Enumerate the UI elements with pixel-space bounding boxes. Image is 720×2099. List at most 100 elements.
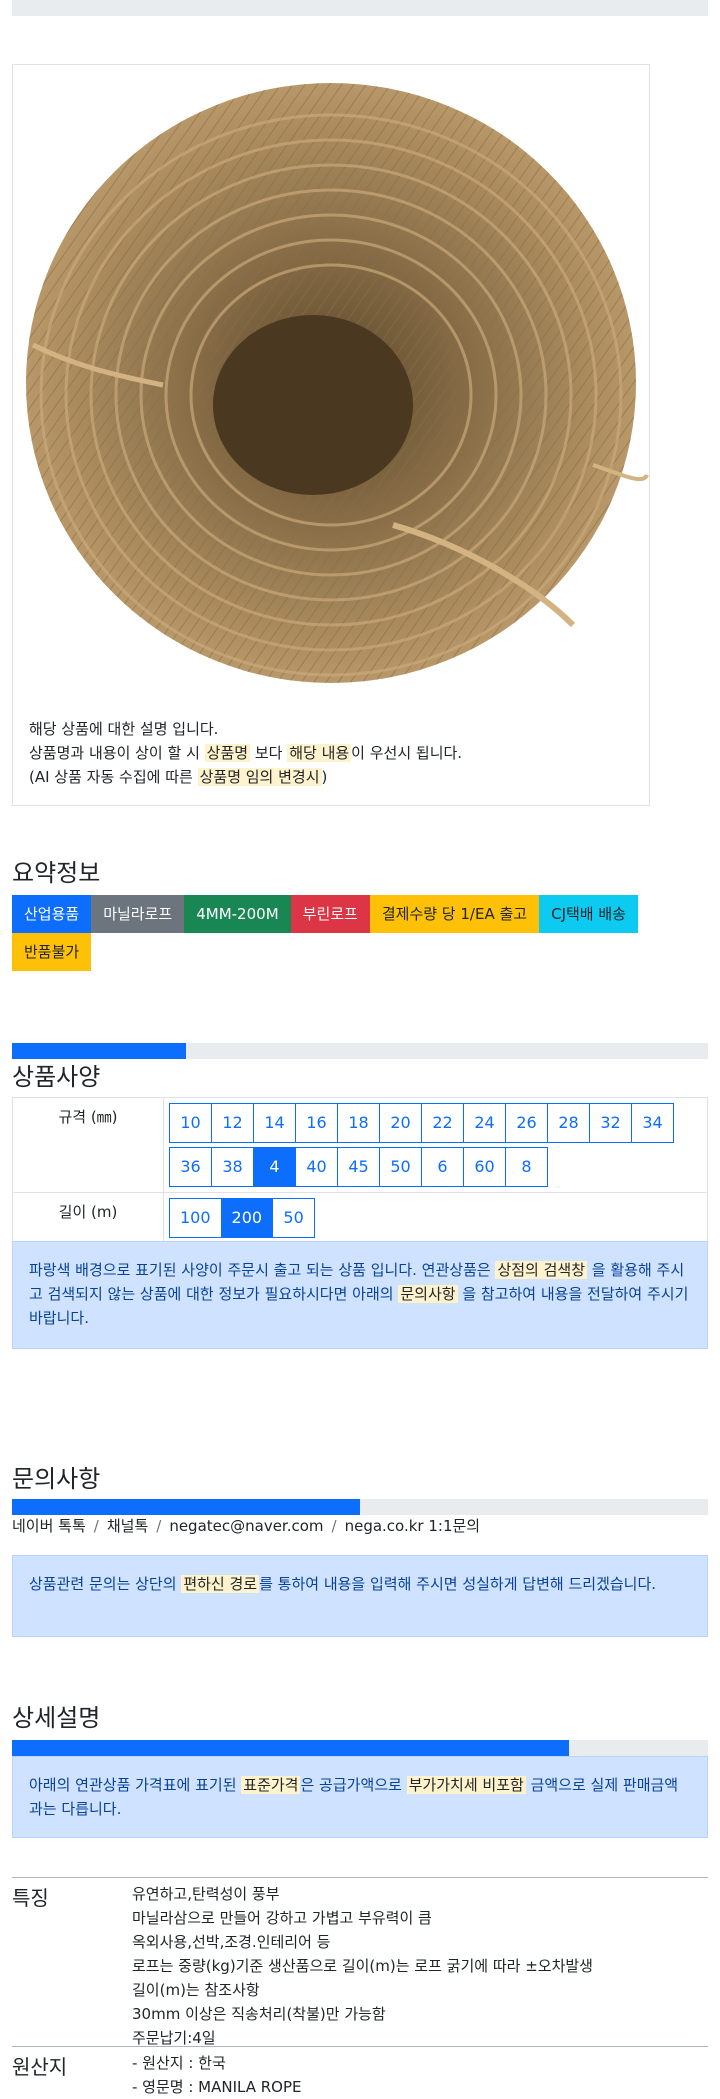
length-option-button[interactable]: 50 — [272, 1198, 316, 1238]
inquiry-notice: 상품관련 문의는 상단의 편하신 경로 를 통하여 내용을 입력해 주시면 성실하… — [12, 1555, 708, 1637]
size-option-button[interactable]: 24 — [463, 1103, 506, 1143]
highlight: 상품명 임의 변경시 — [197, 768, 322, 786]
notice-text: 은 공급가액으로 — [300, 1776, 407, 1794]
desc-text: 이 우선시 됩니다. — [351, 744, 463, 762]
size-option-button[interactable]: 34 — [631, 1103, 674, 1143]
highlight: 부가가치세 비포함 — [406, 1776, 526, 1794]
summary-badge: 마닐라로프 — [91, 895, 185, 933]
size-option-button[interactable]: 10 — [169, 1103, 212, 1143]
length-options-cell: 100 200 50 — [163, 1192, 708, 1244]
size-options-cell: 10 12 14 16 18 20 22 24 26 28 32 34 36 38 4 40 45 50 6 60 8 — [163, 1097, 708, 1193]
length-label: 길이 (m) — [12, 1192, 164, 1244]
notice-text: 상품관련 문의는 상단의 — [29, 1575, 182, 1593]
origin-list: - 원산지 : 한국 - 영문명 : MANILA ROPE — [132, 2051, 302, 2099]
size-option-button[interactable]: 60 — [463, 1147, 506, 1187]
desc-line-1: 해당 상품에 대한 설명 입니다. — [29, 720, 219, 738]
feature-line: 유연하고,탄력성이 풍부 — [132, 1885, 280, 1903]
features-section: 특징 유연하고,탄력성이 풍부마닐라삼으로 만들어 강하고 가볍고 부유력이 큼… — [12, 1877, 708, 2047]
size-option-button[interactable]: 40 — [295, 1147, 338, 1187]
summary-badge: 산업용품 — [12, 895, 92, 933]
feature-line: 옥외사용,선박,조경.인테리어 등 — [132, 1933, 331, 1951]
desc-line-3: (AI 상품 자동 수집에 따른 상품명 임의 변경시) — [29, 765, 462, 789]
rope-coil-image — [26, 83, 649, 683]
feature-line: 30mm 이상은 직송처리(착불)만 가능함 — [132, 2005, 386, 2023]
spec-notice: 파랑색 배경으로 표기된 사양이 주문시 출고 되는 상품 입니다. 연관상품은… — [12, 1241, 708, 1349]
length-option-button[interactable]: 100 — [169, 1198, 222, 1238]
highlight: 편하신 경로 — [181, 1575, 260, 1593]
feature-line: - 원산지 : 한국 — [132, 2054, 226, 2072]
top-bar — [12, 0, 708, 16]
product-image-box: 해당 상품에 대한 설명 입니다. 상품명과 내용이 상이 할 시 상품명 보다… — [12, 64, 650, 806]
feature-line: 로프는 중량(kg)기준 생산품으로 길이(m)는 로프 굵기에 따라 ±오차발… — [132, 1957, 593, 1975]
size-option-button[interactable]: 22 — [421, 1103, 464, 1143]
desc-line-2: 상품명과 내용이 상이 할 시 상품명 보다 해당 내용 이 우선시 됩니다. — [29, 741, 462, 765]
detail-progress-fill — [12, 1740, 569, 1756]
detail-notice: 아래의 연관상품 가격표에 표기된 표준가격 은 공급가액으로 부가가치세 비포함… — [12, 1756, 708, 1838]
contact-separator: / — [156, 1517, 162, 1535]
notice-text: 파랑색 배경으로 표기된 사양이 주문시 출고 되는 상품 입니다. 연관상품은 — [29, 1261, 496, 1279]
notice-text: 아래의 연관상품 가격표에 표기된 — [29, 1776, 242, 1794]
origin-label: 원산지 — [12, 2055, 68, 2079]
inquiry-progress-bar — [12, 1499, 708, 1515]
highlight: 상점의 검색창 — [495, 1261, 588, 1279]
desc-text: (AI 상품 자동 수집에 따른 — [29, 768, 198, 786]
desc-text: 보다 — [250, 744, 288, 762]
feature-line: - 영문명 : MANILA ROPE — [132, 2078, 302, 2096]
size-option-button[interactable]: 14 — [253, 1103, 296, 1143]
contact-link[interactable]: 네이버 톡톡 — [12, 1517, 86, 1535]
size-option-button[interactable]: 4 — [253, 1147, 296, 1187]
size-label: 규격 (㎜) — [12, 1097, 164, 1193]
summary-badge: 4MM-200M — [184, 895, 291, 933]
inquiry-progress-fill — [12, 1499, 360, 1515]
detail-title: 상세설명 — [12, 1704, 101, 1732]
product-description: 해당 상품에 대한 설명 입니다. 상품명과 내용이 상이 할 시 상품명 보다… — [29, 717, 462, 789]
size-option-button[interactable]: 28 — [547, 1103, 590, 1143]
inquiry-title: 문의사항 — [12, 1465, 101, 1493]
length-options: 100 200 50 — [165, 1194, 706, 1242]
contact-link[interactable]: nega.co.kr 1:1문의 — [345, 1517, 481, 1535]
notice-text: 를 통하여 내용을 입력해 주시면 성실하게 답변해 드리겠습니다. — [259, 1575, 657, 1593]
size-option-button[interactable]: 32 — [589, 1103, 632, 1143]
size-option-button[interactable]: 18 — [337, 1103, 380, 1143]
features-label: 특징 — [12, 1886, 49, 1910]
size-option-button[interactable]: 36 — [169, 1147, 212, 1187]
origin-section: 원산지 - 원산지 : 한국 - 영문명 : MANILA ROPE — [12, 2046, 708, 2096]
highlight: 표준가격 — [241, 1776, 301, 1794]
size-option-button[interactable]: 38 — [211, 1147, 254, 1187]
size-option-button[interactable]: 6 — [421, 1147, 464, 1187]
feature-line: 마닐라삼으로 만들어 강하고 가볍고 부유력이 큼 — [132, 1909, 432, 1927]
contact-link[interactable]: negatec@naver.com — [169, 1517, 323, 1535]
size-options: 10 12 14 16 18 20 22 24 26 28 32 34 36 38 4 40 45 50 6 60 8 — [165, 1099, 706, 1191]
size-option-button[interactable]: 50 — [379, 1147, 422, 1187]
feature-line: 길이(m)는 참조사항 — [132, 1981, 260, 1999]
size-option-button[interactable]: 45 — [337, 1147, 380, 1187]
length-option-button[interactable]: 200 — [220, 1198, 274, 1238]
contact-links: 네이버 톡톡 / 채널톡 / negatec@naver.com / nega.co.kr … — [12, 1515, 480, 1536]
size-option-button[interactable]: 8 — [505, 1147, 548, 1187]
features-list: 유연하고,탄력성이 풍부마닐라삼으로 만들어 강하고 가볍고 부유력이 큼옥외사… — [132, 1882, 593, 2050]
highlight: 상품명 — [204, 744, 251, 762]
summary-badge: 결제수량 당 1/EA 출고 — [369, 895, 540, 933]
detail-progress-bar — [12, 1740, 708, 1756]
desc-text: 상품명과 내용이 상이 할 시 — [29, 744, 205, 762]
summary-title: 요약정보 — [12, 859, 101, 887]
highlight: 해당 내용 — [287, 744, 352, 762]
summary-badge: 부린로프 — [290, 895, 370, 933]
highlight: 문의사항 — [398, 1285, 458, 1303]
spec-title: 상품사양 — [12, 1063, 101, 1091]
size-option-button[interactable]: 12 — [211, 1103, 254, 1143]
summary-badge: 반품불가 — [12, 933, 92, 971]
spec-row-size: 규격 (㎜) 10 12 14 16 18 20 22 24 26 28 32 34 36 38 4 40 45… — [12, 1097, 708, 1193]
desc-text: ) — [321, 768, 328, 786]
contact-separator: / — [331, 1517, 337, 1535]
size-option-button[interactable]: 16 — [295, 1103, 338, 1143]
spec-table: 규격 (㎜) 10 12 14 16 18 20 22 24 26 28 32 34 36 38 4 40 45… — [12, 1097, 708, 1244]
spec-progress-bar — [12, 1043, 708, 1059]
spec-row-length: 길이 (m) 100 200 50 — [12, 1192, 708, 1244]
contact-link[interactable]: 채널톡 — [107, 1517, 148, 1535]
summary-badge: CJ택배 배송 — [539, 895, 638, 933]
contact-separator: / — [93, 1517, 99, 1535]
size-option-button[interactable]: 26 — [505, 1103, 548, 1143]
size-option-button[interactable]: 20 — [379, 1103, 422, 1143]
summary-badges: 산업용품 마닐라로프 4MM-200M 부린로프 결제수량 당 1/EA 출고 CJ택배 … — [12, 895, 712, 971]
